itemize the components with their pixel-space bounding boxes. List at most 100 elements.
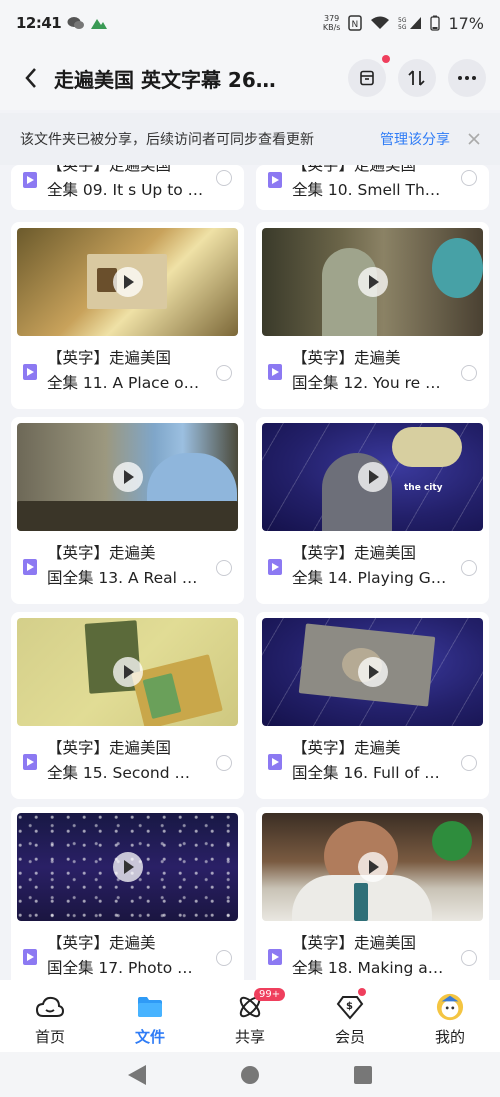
play-icon [357, 462, 388, 492]
video-file-icon [23, 364, 37, 380]
sort-icon [408, 70, 425, 86]
notification-dot [382, 55, 390, 63]
archive-icon [360, 70, 374, 86]
chevron-left-icon [25, 68, 36, 88]
video-file-icon [268, 172, 282, 188]
cloud-icon [36, 994, 64, 1020]
video-file-icon [23, 949, 37, 965]
play-icon [357, 267, 388, 297]
file-name: 【英字】走遍美 国全集 13. A Real … [47, 544, 198, 587]
video-thumbnail[interactable] [262, 813, 483, 921]
video-thumbnail[interactable] [17, 813, 238, 921]
file-name: 【英字】走遍美国 全集 14. Playing G… [292, 544, 447, 587]
file-name: 【英字】走遍美 国全集 12. You re … [292, 349, 441, 392]
system-recents-icon[interactable] [354, 1065, 373, 1084]
svg-text:5G: 5G [398, 17, 407, 24]
play-icon [112, 267, 143, 297]
play-icon [112, 462, 143, 492]
video-file-icon [268, 949, 282, 965]
file-card[interactable]: 【英字】走遍美国 全集 18. Making a… [256, 807, 489, 980]
file-card[interactable]: the city 【英字】走遍美国 全集 14. Playing G… [256, 417, 489, 604]
select-checkbox[interactable] [461, 365, 477, 381]
select-checkbox[interactable] [461, 755, 477, 771]
wechat-icon [67, 17, 85, 29]
battery-icon [430, 15, 441, 31]
video-thumbnail[interactable] [17, 618, 238, 726]
nav-files[interactable]: 文件 [100, 980, 200, 1052]
svg-text:N: N [352, 20, 359, 30]
select-checkbox[interactable] [461, 170, 477, 186]
file-card[interactable]: 【英字】走遍美 国全集 17. Photo … [11, 807, 244, 980]
video-thumbnail[interactable] [262, 228, 483, 336]
system-back-icon[interactable] [127, 1064, 146, 1085]
file-name: 【英字】走遍美国 全集 10. Smell Th… [292, 165, 441, 199]
nav-profile[interactable]: 我的 [400, 980, 500, 1052]
nav-share[interactable]: 99+ 共享 [200, 980, 300, 1052]
more-button[interactable] [448, 59, 486, 97]
select-checkbox[interactable] [216, 560, 232, 576]
file-name: 【英字】走遍美国 全集 15. Second … [47, 739, 190, 782]
file-grid: 【英字】走遍美国 全集 09. It s Up to … 【英字】走遍美国 全集 1… [0, 165, 500, 980]
status-time: 12:41 [16, 14, 62, 32]
file-name: 【英字】走遍美国 全集 09. It s Up to … [47, 165, 204, 199]
video-thumbnail[interactable] [17, 423, 238, 531]
close-icon [468, 132, 480, 145]
mountain-icon [91, 19, 108, 29]
video-file-icon [268, 754, 282, 770]
file-card[interactable]: 【英字】走遍美 国全集 12. You re … [256, 222, 489, 409]
play-icon [112, 852, 143, 882]
share-notice-bar: 该文件夹已被分享，后续访问者可同步查看更新 管理该分享 [0, 113, 500, 165]
nav-home[interactable]: 首页 [0, 980, 100, 1052]
file-card[interactable]: 【英字】走遍美国 全集 09. It s Up to … [11, 165, 244, 210]
select-checkbox[interactable] [216, 755, 232, 771]
folder-icon [136, 994, 164, 1020]
nav-label: 会员 [334, 1028, 365, 1046]
select-checkbox[interactable] [216, 950, 232, 966]
vip-diamond-icon: $ [336, 994, 364, 1020]
play-icon [357, 657, 388, 687]
select-checkbox[interactable] [216, 170, 232, 186]
file-name: 【英字】走遍美 国全集 17. Photo … [47, 934, 193, 977]
play-icon [357, 852, 388, 882]
file-name: 【英字】走遍美国 全集 18. Making a… [292, 934, 444, 977]
select-checkbox[interactable] [461, 950, 477, 966]
thumbnail-caption: the city [404, 483, 443, 493]
video-file-icon [268, 559, 282, 575]
svg-text:$: $ [346, 1001, 353, 1012]
sort-button[interactable] [398, 59, 436, 97]
video-file-icon [23, 559, 37, 575]
file-name: 【英字】走遍美国 全集 11. A Place o… [47, 349, 200, 392]
more-dots-icon [458, 76, 476, 80]
file-name: 【英字】走遍美 国全集 16. Full of … [292, 739, 440, 782]
video-thumbnail[interactable] [17, 228, 238, 336]
system-nav-bar [0, 1052, 500, 1097]
close-notice-button[interactable] [468, 129, 480, 150]
select-checkbox[interactable] [461, 560, 477, 576]
video-file-icon [23, 172, 37, 188]
file-card[interactable]: 【英字】走遍美国 全集 10. Smell Th… [256, 165, 489, 210]
file-card[interactable]: 【英字】走遍美国 全集 15. Second … [11, 612, 244, 799]
nav-label: 共享 [234, 1028, 265, 1046]
share-notice-text: 该文件夹已被分享，后续访问者可同步查看更新 [20, 132, 314, 148]
select-checkbox[interactable] [216, 365, 232, 381]
page-title: 走遍美国 英文字幕 26… [54, 67, 276, 92]
file-card[interactable]: 【英字】走遍美国 全集 11. A Place o… [11, 222, 244, 409]
video-file-icon [23, 754, 37, 770]
file-card[interactable]: 【英字】走遍美 国全集 13. A Real … [11, 417, 244, 604]
back-button[interactable] [14, 61, 48, 95]
network-speed: 379 KB/s [322, 14, 341, 32]
vip-notification-dot [358, 988, 366, 996]
top-bar: 走遍美国 英文字幕 26… [0, 46, 500, 110]
video-thumbnail[interactable]: the city [262, 423, 483, 531]
status-bar: 12:41 379 KB/s N 5G 5G 17% [0, 0, 500, 46]
wifi-icon [371, 16, 390, 29]
video-thumbnail[interactable] [262, 618, 483, 726]
nfc-icon: N [348, 15, 363, 31]
notification-icons [67, 16, 108, 30]
nav-vip[interactable]: $ 会员 [300, 980, 400, 1052]
system-home-icon[interactable] [240, 1065, 259, 1084]
manage-share-link[interactable]: 管理该分享 [380, 129, 450, 149]
archive-button[interactable] [348, 55, 390, 97]
file-card[interactable]: 【英字】走遍美 国全集 16. Full of … [256, 612, 489, 799]
share-badge: 99+ [254, 988, 286, 1001]
